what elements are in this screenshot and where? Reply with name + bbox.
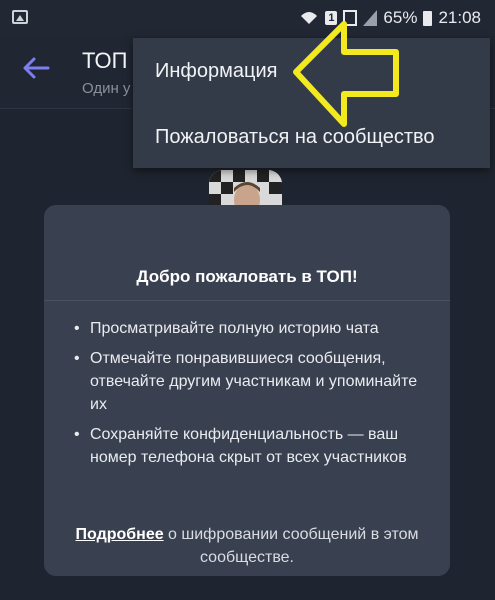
feature-list: Просматривайте полную историю чата Отмеч… <box>72 317 428 476</box>
chat-title[interactable]: ТОП <box>82 48 127 74</box>
list-item: Отмечайте понравившиеся сообщения, отвеч… <box>72 347 428 416</box>
status-bar: 1 65% 21:08 <box>0 0 495 36</box>
encryption-note: Подробнее о шифровании сообщений в этом … <box>44 523 450 569</box>
chat-subtitle: Один у <box>82 80 131 97</box>
battery-icon <box>423 10 433 26</box>
clock: 21:08 <box>438 8 481 27</box>
menu-item-info[interactable]: Информация <box>155 60 277 83</box>
divider <box>44 300 450 301</box>
list-item: Просматривайте полную историю чата <box>72 317 428 340</box>
back-arrow-icon[interactable] <box>22 56 56 86</box>
image-notification-icon <box>12 10 28 24</box>
welcome-card: Добро пожаловать в ТОП! Просматривайте п… <box>44 205 450 576</box>
learn-more-link[interactable]: Подробнее <box>76 526 164 543</box>
encryption-note-text: о шифровании сообщений в этом сообществе… <box>163 526 419 566</box>
welcome-title: Добро пожаловать в ТОП! <box>136 267 358 286</box>
annotation-arrow-icon <box>293 21 399 127</box>
list-item: Сохраняйте конфиденциальность — ваш номе… <box>72 423 428 469</box>
